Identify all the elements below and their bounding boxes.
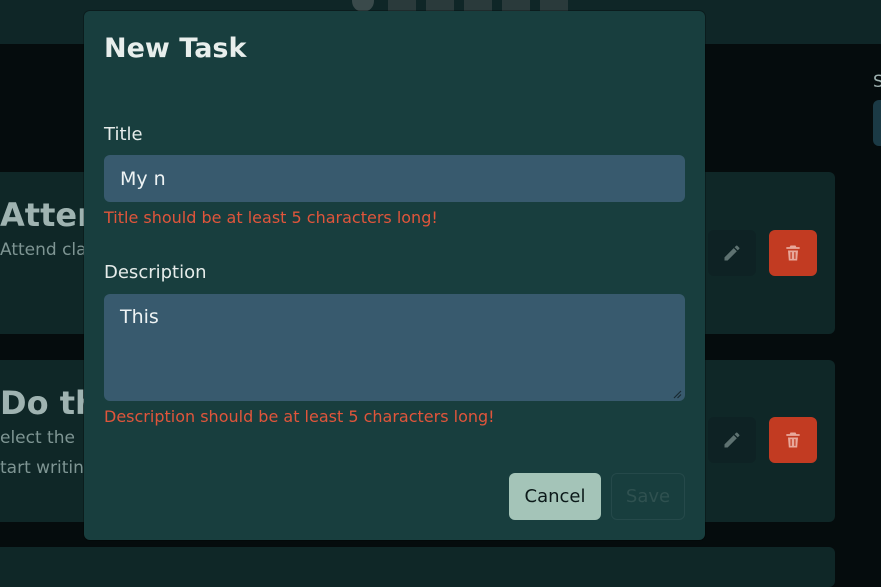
title-input[interactable] [104,155,685,202]
delete-task-button[interactable] [769,417,817,463]
resize-handle-icon[interactable] [672,389,682,399]
edit-task-button[interactable] [708,230,756,276]
trash-icon [786,432,800,448]
description-error-message: Description should be at least 5 charact… [104,407,495,426]
sidebar-label: S [873,72,881,92]
title-error-message: Title should be at least 5 characters lo… [104,208,438,227]
cancel-button[interactable]: Cancel [509,473,601,520]
pencil-icon [724,245,740,261]
new-task-modal: New Task Title Title should be at least … [84,11,705,540]
delete-task-button[interactable] [769,230,817,276]
task-description: elect the [0,428,75,448]
task-card [0,547,835,587]
title-label: Title [104,124,143,145]
save-button[interactable]: Save [611,473,685,520]
sidebar-control[interactable] [873,100,881,146]
pencil-icon [724,432,740,448]
description-label: Description [104,262,207,283]
task-description: Attend clas [0,240,96,260]
edit-task-button[interactable] [708,417,756,463]
task-description: tart writin [0,458,84,478]
modal-title: New Task [104,33,247,64]
trash-icon [786,245,800,261]
description-textarea[interactable]: This [104,294,685,401]
